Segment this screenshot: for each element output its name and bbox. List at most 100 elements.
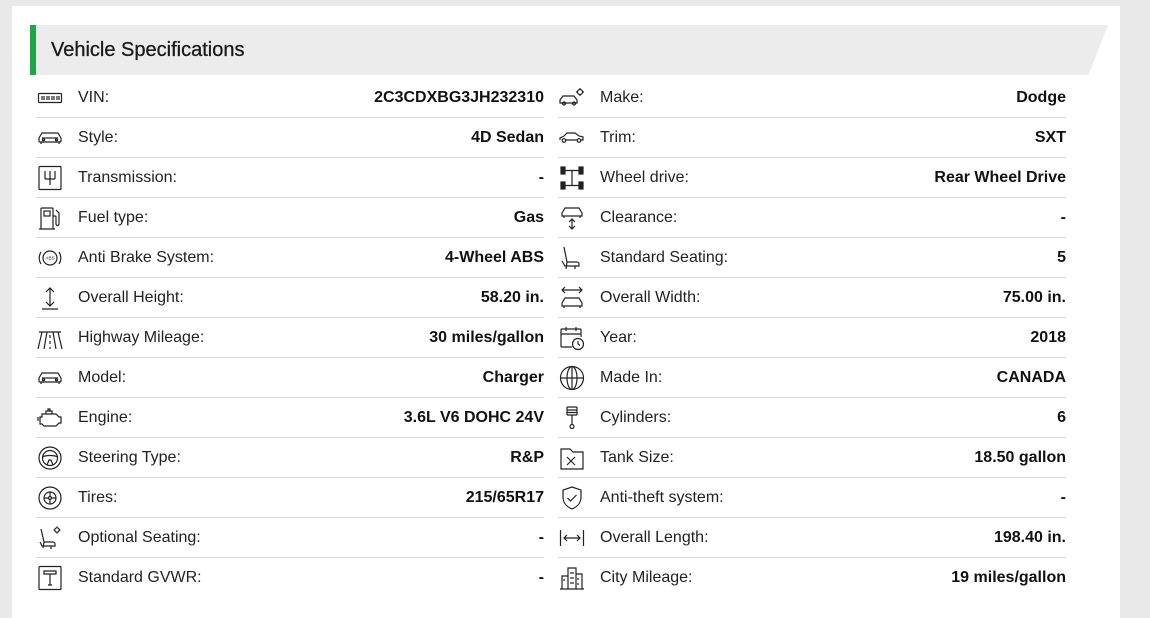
width-car-icon — [558, 284, 586, 312]
spec-value: - — [538, 569, 544, 586]
specs-column-left: VIN: 2C3CDXBG3JH232310 Style: 4D Sedan T… — [36, 78, 544, 598]
spec-value: Gas — [513, 209, 544, 226]
spec-row-overall-width: Overall Width: 75.00 in. — [558, 278, 1066, 318]
spec-row-model: Model: Charger — [36, 358, 544, 398]
spec-label: Cylinders: — [600, 409, 672, 426]
tire-icon — [36, 484, 64, 512]
page-side-gutter — [1121, 0, 1150, 618]
header-accent-bar — [30, 25, 36, 75]
spec-row-standard-seating: Standard Seating: 5 — [558, 238, 1066, 278]
spec-value: 75.00 in. — [1002, 289, 1066, 306]
gvwr-icon — [36, 564, 64, 592]
spec-value: Dodge — [1016, 89, 1066, 106]
spec-label: Tank Size: — [600, 449, 674, 466]
spec-value: Rear Wheel Drive — [934, 169, 1066, 186]
spec-value: R&P — [510, 449, 544, 466]
spec-value: - — [1060, 489, 1066, 506]
spec-label: Make: — [600, 89, 644, 106]
spec-value: 58.20 in. — [480, 289, 544, 306]
vin-icon — [36, 84, 64, 112]
fuel-pump-icon — [36, 204, 64, 232]
gearshift-icon — [36, 164, 64, 192]
spec-label: Anti-theft system: — [600, 489, 724, 506]
spec-row-overall-height: Overall Height: 58.20 in. — [36, 278, 544, 318]
spec-row-tank-size: Tank Size: 18.50 gallon — [558, 438, 1066, 478]
car-front-icon — [36, 124, 64, 152]
spec-value: 18.50 gallon — [974, 449, 1066, 466]
piston-icon — [558, 404, 586, 432]
spec-row-optional-seating: Optional Seating: - — [36, 518, 544, 558]
spec-label: Model: — [78, 369, 127, 386]
spec-label: Wheel drive: — [600, 169, 689, 186]
spec-value: 6 — [1057, 409, 1066, 426]
spec-row-steering-type: Steering Type: R&P — [36, 438, 544, 478]
spec-value: 2018 — [1030, 329, 1066, 346]
spec-label: Style: — [78, 129, 119, 146]
spec-value: - — [1060, 209, 1066, 226]
spec-row-city-mileage: City Mileage: 19 miles/gallon — [558, 558, 1066, 598]
car-side-icon — [558, 124, 586, 152]
calendar-clock-icon — [558, 324, 586, 352]
spec-row-transmission: Transmission: - — [36, 158, 544, 198]
spec-label: Fuel type: — [78, 209, 149, 226]
car-front-icon — [36, 364, 64, 392]
spec-row-tires: Tires: 215/65R17 — [36, 478, 544, 518]
spec-value: 2C3CDXBG3JH232310 — [374, 89, 544, 106]
spec-label: Made In: — [600, 369, 663, 386]
spec-label: Anti Brake System: — [78, 249, 215, 266]
spec-row-year: Year: 2018 — [558, 318, 1066, 358]
spec-label: Trim: — [600, 129, 636, 146]
spec-value: 215/65R17 — [465, 489, 544, 506]
car-gear-icon — [558, 84, 586, 112]
spec-label: Optional Seating: — [78, 529, 201, 546]
seat-gear-icon — [36, 524, 64, 552]
engine-icon — [36, 404, 64, 432]
spec-label: Clearance: — [600, 209, 678, 226]
spec-label: Overall Width: — [600, 289, 701, 306]
spec-value: - — [538, 169, 544, 186]
spec-row-clearance: Clearance: - — [558, 198, 1066, 238]
spec-value: 30 miles/gallon — [429, 329, 544, 346]
seat-icon — [558, 244, 586, 272]
spec-row-made-in: Made In: CANADA — [558, 358, 1066, 398]
highway-icon — [36, 324, 64, 352]
section-header: Vehicle Specifications — [30, 25, 1108, 75]
spec-row-engine: Engine: 3.6L V6 DOHC 24V — [36, 398, 544, 438]
spec-row-cylinders: Cylinders: 6 — [558, 398, 1066, 438]
drivetrain-icon — [558, 164, 586, 192]
spec-row-standard-gvwr: Standard GVWR: - — [36, 558, 544, 598]
spec-label: Overall Height: — [78, 289, 184, 306]
spec-label: Standard Seating: — [600, 249, 729, 266]
abs-icon: ABS — [36, 244, 64, 272]
spec-label: Overall Length: — [600, 529, 709, 546]
spec-label: Tires: — [78, 489, 118, 506]
spec-row-wheel-drive: Wheel drive: Rear Wheel Drive — [558, 158, 1066, 198]
spec-label: Standard GVWR: — [78, 569, 202, 586]
svg-text:ABS: ABS — [45, 256, 54, 261]
spec-row-make: Make: Dodge — [558, 78, 1066, 118]
spec-label: Transmission: — [78, 169, 177, 186]
spec-row-vin: VIN: 2C3CDXBG3JH232310 — [36, 78, 544, 118]
globe-icon — [558, 364, 586, 392]
spec-row-style: Style: 4D Sedan — [36, 118, 544, 158]
city-buildings-icon — [558, 564, 586, 592]
spec-value: 4-Wheel ABS — [445, 249, 544, 266]
clearance-icon — [558, 204, 586, 232]
shield-check-icon — [558, 484, 586, 512]
spec-row-fuel-type: Fuel type: Gas — [36, 198, 544, 238]
spec-row-anti-theft: Anti-theft system: - — [558, 478, 1066, 518]
spec-row-trim: Trim: SXT — [558, 118, 1066, 158]
spec-value: CANADA — [996, 369, 1066, 386]
steering-wheel-icon — [36, 444, 64, 472]
spec-row-abs: ABS Anti Brake System: 4-Wheel ABS — [36, 238, 544, 278]
spec-value: SXT — [1034, 129, 1066, 146]
spec-value: 5 — [1057, 249, 1066, 266]
spec-value: Charger — [482, 369, 544, 386]
height-arrow-icon — [36, 284, 64, 312]
section-title: Vehicle Specifications — [51, 39, 245, 61]
spec-label: Highway Mileage: — [78, 329, 205, 346]
spec-row-overall-length: Overall Length: 198.40 in. — [558, 518, 1066, 558]
fuel-tank-icon — [558, 444, 586, 472]
spec-label: Year: — [600, 329, 637, 346]
specs-column-right: Make: Dodge Trim: SXT Wheel drive: Rear … — [558, 78, 1066, 598]
